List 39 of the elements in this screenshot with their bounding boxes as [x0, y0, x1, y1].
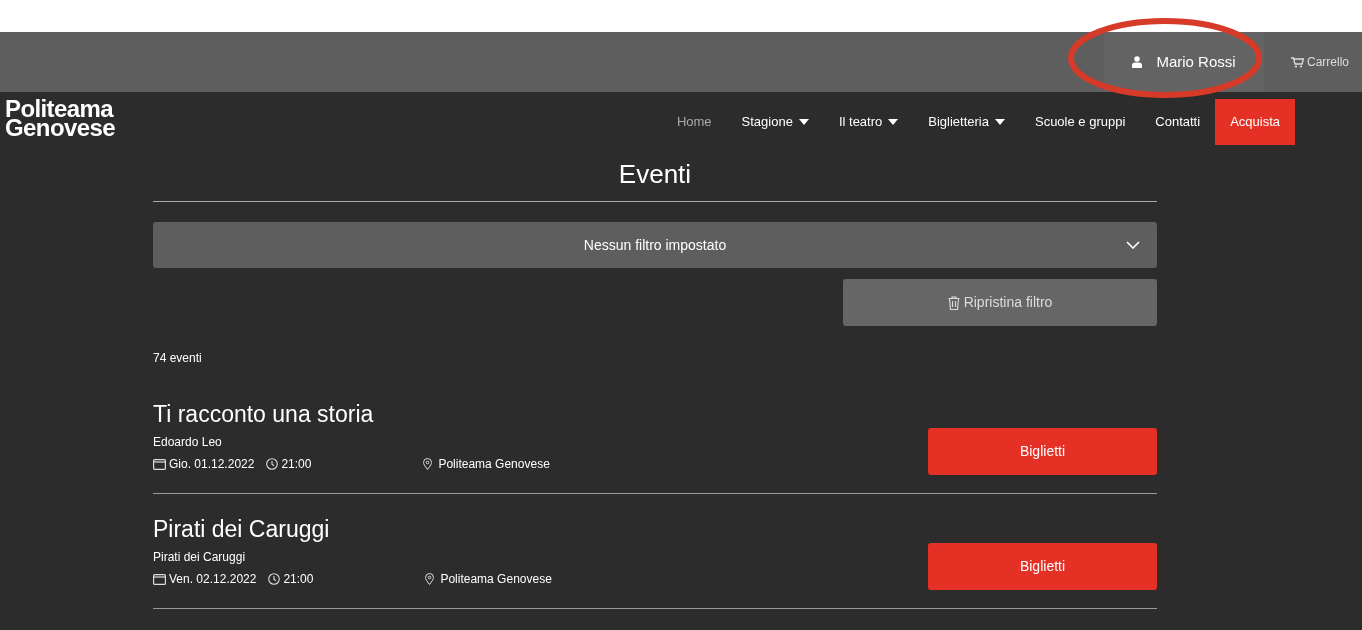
event-time: 21:00	[281, 456, 313, 473]
location-pin-icon	[425, 573, 435, 585]
event-title: Pirati dei Caruggi	[153, 515, 331, 544]
event-venue: Politeama Genovese	[438, 456, 550, 473]
location-pin-icon	[423, 458, 433, 470]
event-artist: Edoardo Leo	[153, 434, 223, 451]
nav-link[interactable]: Il teatro	[823, 99, 914, 145]
event-artist: Pirati dei Caruggi	[153, 549, 247, 566]
nav-link[interactable]: Home	[661, 99, 727, 145]
caret-icon	[994, 119, 1005, 125]
tickets-button[interactable]: Biglietti	[928, 543, 1157, 590]
logo[interactable]: Politeama Genovese	[0, 99, 115, 137]
cart-icon	[1291, 56, 1304, 68]
event-date: Gio. 01.12.2022	[169, 456, 255, 473]
caret-icon	[798, 119, 809, 125]
nav-link[interactable]: Acquista	[1215, 99, 1295, 145]
nav-link[interactable]: Biglietteria	[913, 99, 1020, 145]
page-title: Eventi	[618, 158, 692, 191]
caret-icon	[888, 119, 899, 125]
clock-icon	[266, 458, 279, 470]
trash-icon	[947, 295, 960, 310]
tickets-button[interactable]: Biglietti	[928, 428, 1157, 475]
event-venue: Politeama Genovese	[440, 571, 552, 588]
event-time: 21:00	[283, 571, 315, 588]
user-link[interactable]: Mario Rossi	[1104, 32, 1264, 92]
nav-link[interactable]: Scuole e gruppi	[1019, 99, 1141, 145]
calendar-icon	[153, 573, 166, 585]
user-icon	[1132, 56, 1143, 68]
event-date: Ven. 02.12.2022	[169, 571, 257, 588]
event-title: Ti racconto una storia	[153, 400, 375, 429]
cart-link[interactable]: Carrello	[1291, 32, 1362, 92]
event-count: 74 eventi	[153, 351, 202, 365]
filter-dropdown[interactable]: Nessun filtro impostato	[153, 222, 1157, 268]
nav-link[interactable]: Contatti	[1140, 99, 1216, 145]
clock-icon	[268, 573, 281, 585]
reset-filter-button[interactable]: Ripristina filtro	[843, 279, 1157, 326]
chevron-down-icon	[1126, 241, 1140, 249]
nav-link[interactable]: Stagione	[726, 99, 824, 145]
calendar-icon	[153, 458, 166, 470]
